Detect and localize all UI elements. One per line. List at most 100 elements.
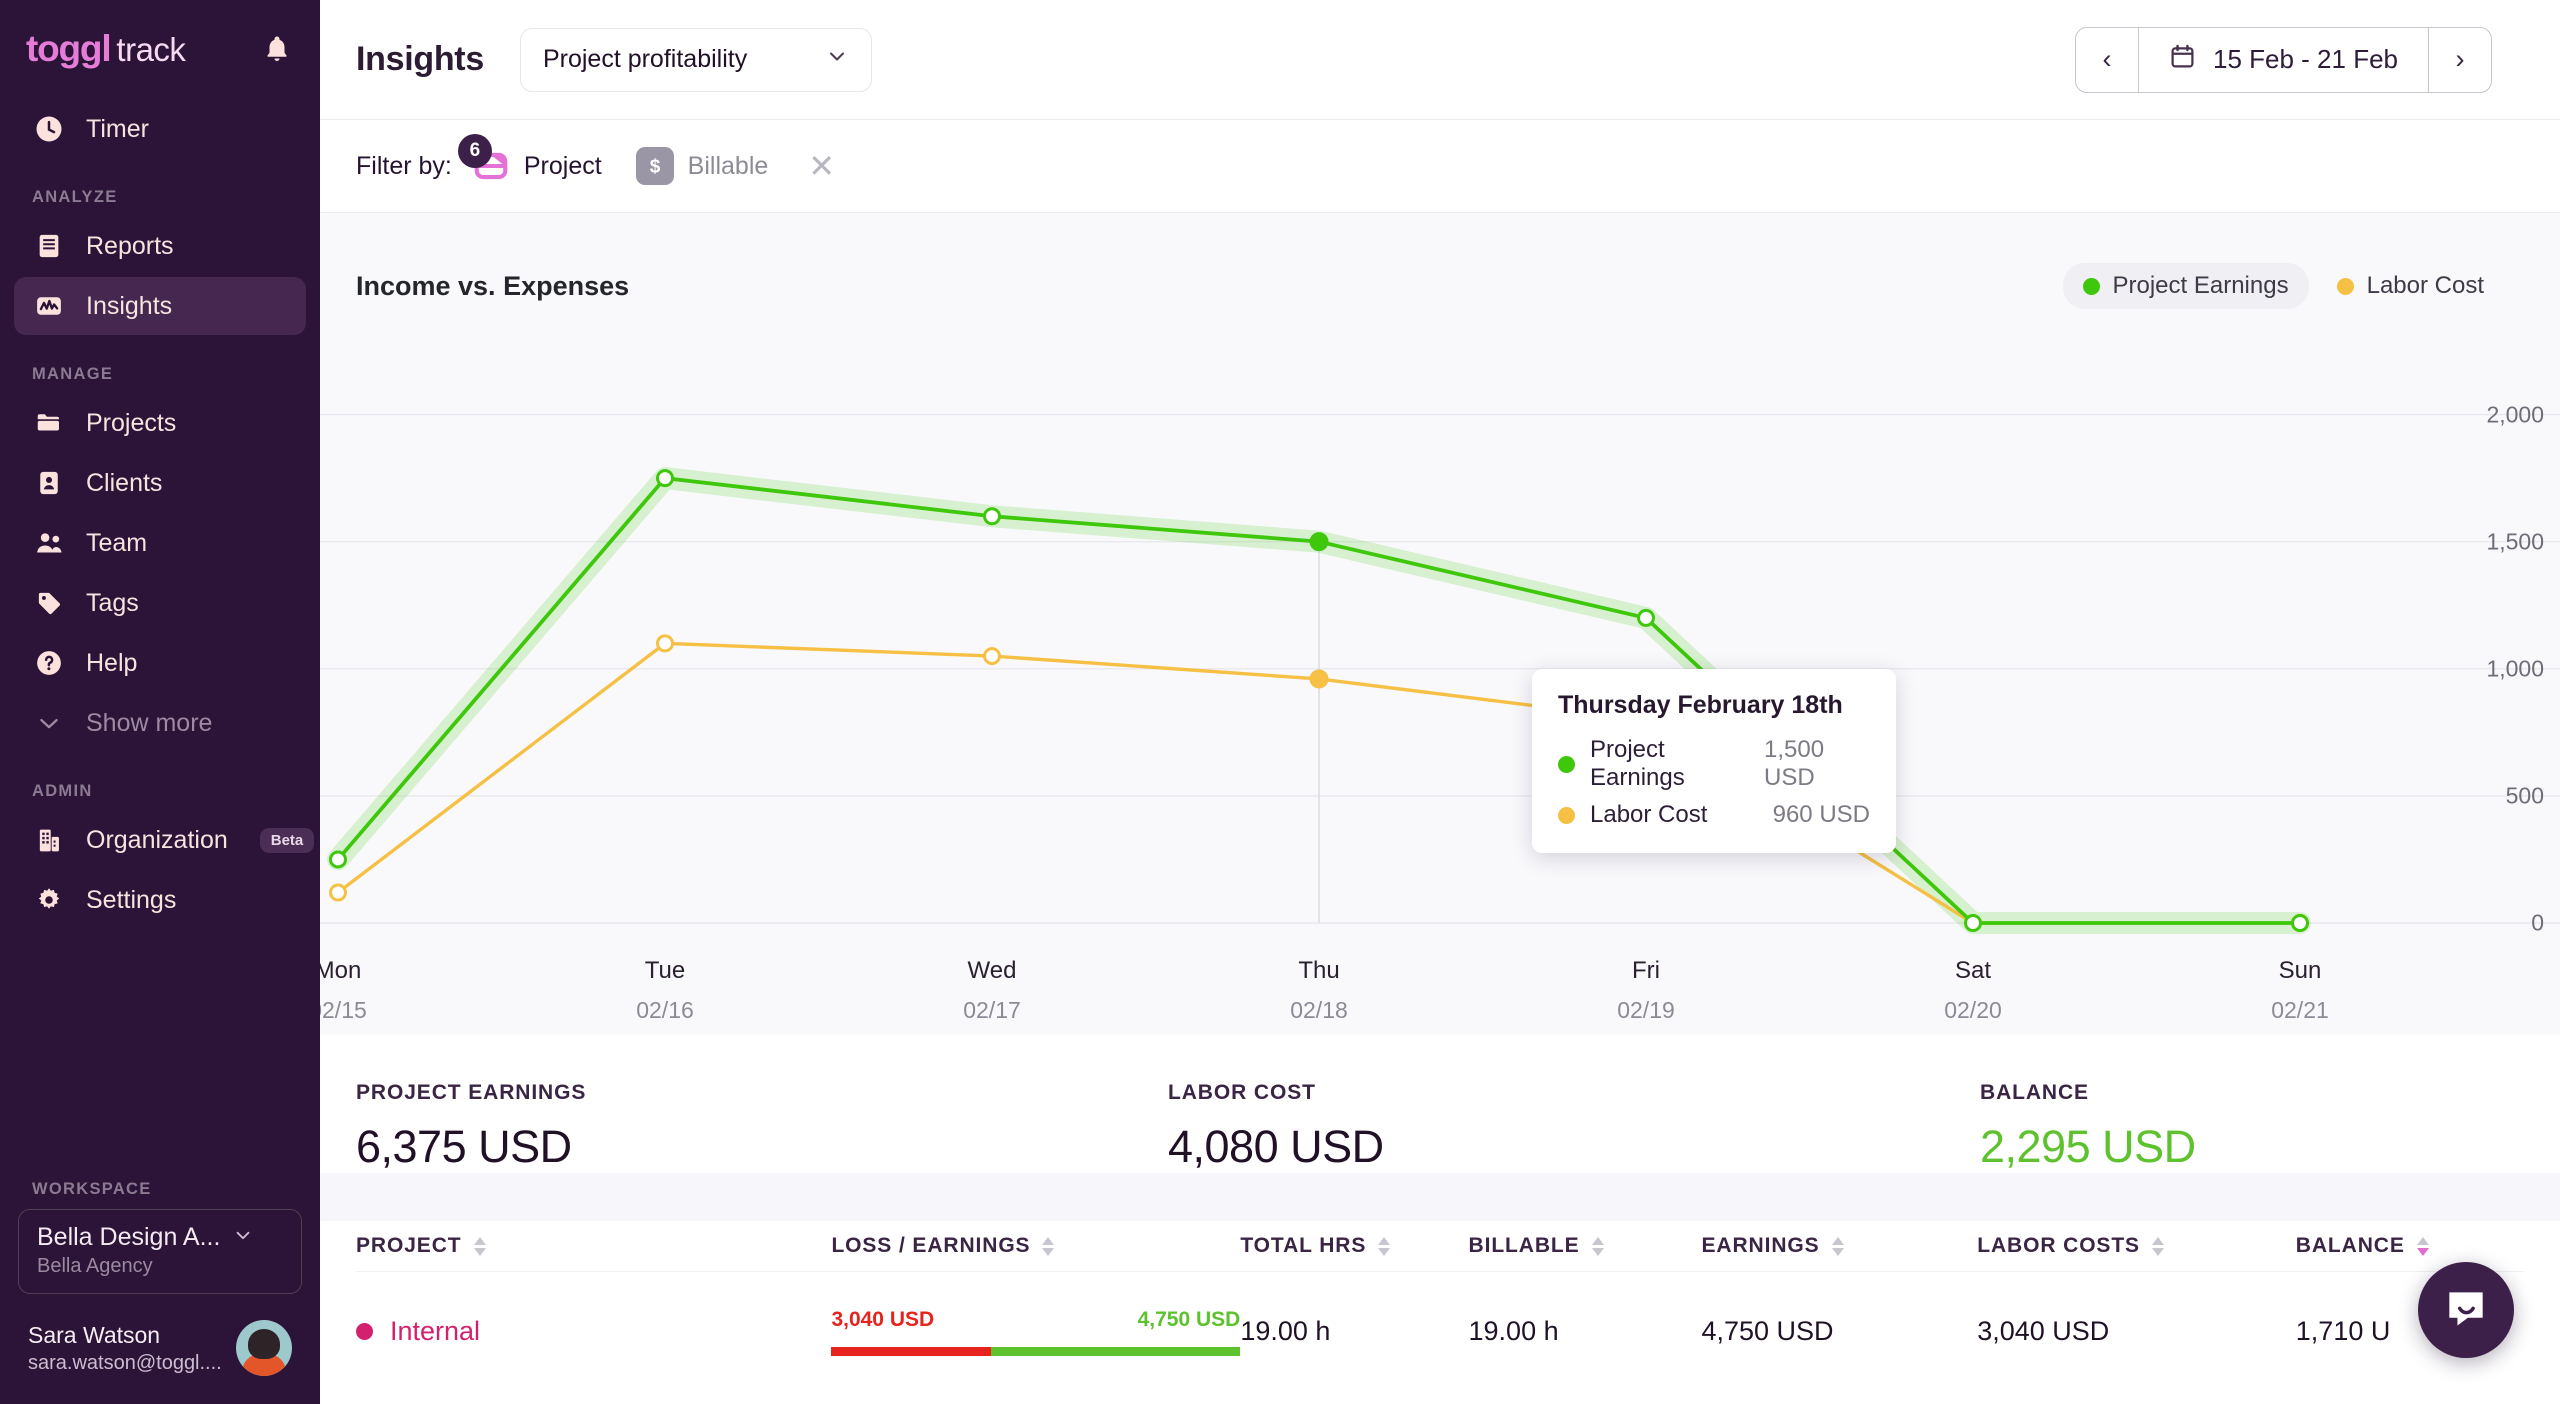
sidebar-item-organization[interactable]: Organization Beta xyxy=(14,811,306,869)
sort-toggle-icon[interactable] xyxy=(474,1237,486,1256)
filter-chip-billable[interactable]: $ Billable xyxy=(636,147,769,185)
sort-toggle-icon[interactable] xyxy=(1042,1237,1054,1256)
help-icon xyxy=(32,646,66,680)
logo-toggl-text: toggl xyxy=(26,28,110,70)
sidebar-item-team[interactable]: Team xyxy=(14,514,306,572)
page-title: Insights xyxy=(356,40,484,79)
x-axis-day: Wed xyxy=(963,957,1021,985)
column-label: BALANCE xyxy=(2296,1234,2405,1258)
sidebar-item-clients[interactable]: Clients xyxy=(14,454,306,512)
summary-value: 2,295 USD xyxy=(1980,1121,2196,1173)
notification-bell-icon[interactable] xyxy=(260,32,294,66)
next-period-button[interactable]: › xyxy=(2429,28,2491,92)
summary-labor-cost: LABOR COST 4,080 USD xyxy=(1168,1081,1980,1173)
x-axis-date: 02/15 xyxy=(320,997,367,1024)
column-header-billable[interactable]: BILLABLE xyxy=(1469,1234,1702,1258)
x-axis-date: 02/20 xyxy=(1944,997,2002,1024)
legend-item-project-earnings[interactable]: Project Earnings xyxy=(2063,263,2309,309)
tooltip-row-earnings: Project Earnings 1,500 USD xyxy=(1558,736,1870,792)
column-header-balance[interactable]: BALANCE xyxy=(2296,1234,2524,1258)
insights-icon xyxy=(32,289,66,323)
logo-track-text: track xyxy=(116,31,185,69)
sidebar-item-timer[interactable]: Timer xyxy=(14,100,306,158)
column-header-earnings[interactable]: EARNINGS xyxy=(1701,1234,1977,1258)
chart-plot-area[interactable]: 2,0001,5001,0005000 Thursday February 18… xyxy=(320,331,2560,943)
cell-earnings: 4,750 USD xyxy=(1701,1316,1977,1347)
column-header-labor-costs[interactable]: LABOR COSTS xyxy=(1977,1234,2296,1258)
report-type-select[interactable]: Project profitability xyxy=(520,28,872,92)
chat-bubble-icon xyxy=(2441,1283,2491,1338)
sidebar-item-reports[interactable]: Reports xyxy=(14,217,306,275)
workspace-name: Bella Design A... xyxy=(37,1223,220,1252)
x-axis-date: 02/18 xyxy=(1290,997,1348,1024)
column-label: LOSS / EARNINGS xyxy=(831,1234,1030,1258)
cell-project: Internal xyxy=(356,1316,831,1347)
table-header-row: PROJECT LOSS / EARNINGS TOTAL HRS BILLAB… xyxy=(356,1221,2524,1271)
sort-toggle-icon[interactable] xyxy=(2417,1237,2429,1256)
x-axis-tick: Mon 02/15 xyxy=(320,957,367,1024)
column-header-loss-earnings[interactable]: LOSS / EARNINGS xyxy=(831,1234,1240,1258)
chat-widget-button[interactable] xyxy=(2418,1262,2514,1358)
x-axis-date: 02/17 xyxy=(963,997,1021,1024)
user-name: Sara Watson xyxy=(28,1322,222,1349)
toggl-track-logo[interactable]: toggl track xyxy=(26,28,185,70)
column-label: LABOR COSTS xyxy=(1977,1234,2140,1258)
calendar-icon xyxy=(2169,43,2196,77)
sort-toggle-icon[interactable] xyxy=(1378,1237,1390,1256)
user-profile[interactable]: Sara Watson sara.watson@toggl.... xyxy=(0,1294,320,1386)
column-header-total-hrs[interactable]: TOTAL HRS xyxy=(1240,1234,1468,1258)
prev-period-button[interactable]: ‹ xyxy=(2076,28,2138,92)
x-axis-tick: Sun 02/21 xyxy=(2271,957,2329,1024)
sort-toggle-icon[interactable] xyxy=(1832,1237,1844,1256)
sidebar-item-help[interactable]: Help xyxy=(14,634,306,692)
legend-label: Labor Cost xyxy=(2367,272,2484,300)
filter-chip-project[interactable]: 6 Project xyxy=(472,147,602,185)
sidebar-section-admin: ADMIN xyxy=(0,782,320,801)
chart-header: Income vs. Expenses Project Earnings Lab… xyxy=(320,213,2560,309)
table-row[interactable]: Internal 3,040 USD 4,750 USD 19.00 h xyxy=(356,1271,2524,1391)
clear-filters-button[interactable]: ✕ xyxy=(808,150,835,182)
gear-icon xyxy=(32,883,66,917)
sidebar-item-label: Projects xyxy=(86,411,176,436)
column-header-project[interactable]: PROJECT xyxy=(356,1234,831,1258)
cell-billable: 19.00 h xyxy=(1469,1316,1702,1347)
sidebar-item-label: Organization xyxy=(86,828,228,853)
project-name: Internal xyxy=(390,1316,480,1347)
cell-labor-costs: 3,040 USD xyxy=(1977,1316,2296,1347)
workspace-selector[interactable]: Bella Design A... Bella Agency xyxy=(18,1209,302,1294)
workspace-section-label: WORKSPACE xyxy=(0,1180,320,1199)
chart-title: Income vs. Expenses xyxy=(356,271,629,302)
sidebar-item-insights[interactable]: Insights xyxy=(14,277,306,335)
sidebar-item-label: Insights xyxy=(86,294,172,319)
sidebar-item-show-more[interactable]: Show more xyxy=(14,694,306,752)
chevron-down-icon xyxy=(32,706,66,740)
sidebar-item-label: Reports xyxy=(86,234,174,259)
tooltip-dot xyxy=(1558,756,1575,773)
sidebar-item-settings[interactable]: Settings xyxy=(14,871,306,929)
loss-value: 3,040 USD xyxy=(831,1308,934,1332)
chart-tooltip: Thursday February 18th Project Earnings … xyxy=(1532,669,1896,853)
legend-item-labor-cost[interactable]: Labor Cost xyxy=(2317,263,2504,309)
report-icon xyxy=(32,229,66,263)
x-axis-tick: Sat 02/20 xyxy=(1944,957,2002,1024)
x-axis-ticks: Mon 02/15Tue 02/16Wed 02/17Thu 02/18Fri … xyxy=(320,943,2560,1035)
sort-toggle-icon[interactable] xyxy=(2152,1237,2164,1256)
tooltip-series-value: 1,500 USD xyxy=(1764,736,1870,792)
sidebar-item-projects[interactable]: Projects xyxy=(14,394,306,452)
brand-row: toggl track xyxy=(0,0,320,98)
sort-toggle-icon[interactable] xyxy=(1592,1237,1604,1256)
x-axis-date: 02/21 xyxy=(2271,997,2329,1024)
sidebar-item-label: Clients xyxy=(86,471,162,496)
summary-row: PROJECT EARNINGS 6,375 USD LABOR COST 4,… xyxy=(320,1035,2560,1173)
sidebar-item-tags[interactable]: Tags xyxy=(14,574,306,632)
client-card-icon xyxy=(32,466,66,500)
svg-text:$: $ xyxy=(649,157,660,178)
x-axis-day: Thu xyxy=(1290,957,1348,985)
x-axis-tick: Wed 02/17 xyxy=(963,957,1021,1024)
filter-by-label: Filter by: xyxy=(356,152,452,181)
avatar[interactable] xyxy=(236,1320,292,1376)
topbar: Insights Project profitability ‹ 15 Feb … xyxy=(320,0,2560,120)
date-range-picker[interactable]: 15 Feb - 21 Feb xyxy=(2138,28,2429,92)
chevron-down-icon xyxy=(232,1224,254,1251)
project-color-dot xyxy=(356,1323,373,1340)
